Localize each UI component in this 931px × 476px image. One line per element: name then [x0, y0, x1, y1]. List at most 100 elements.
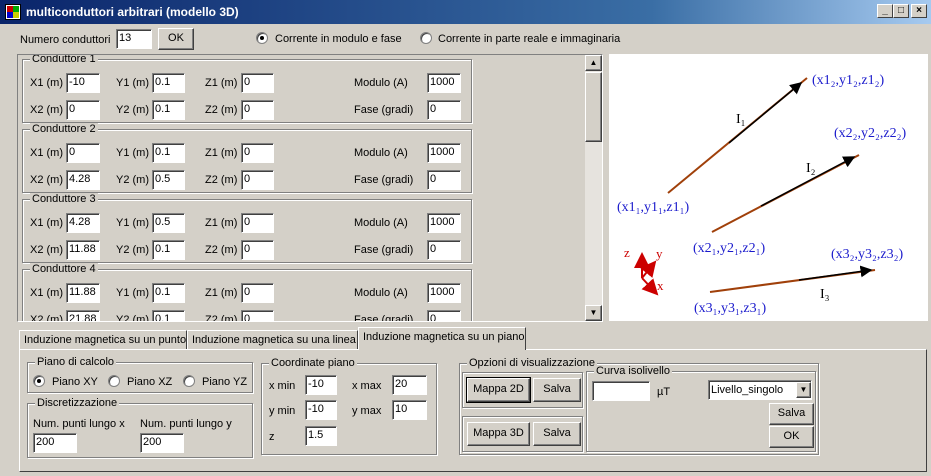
z2-input[interactable]: 0 — [241, 240, 274, 260]
radio-reale-immaginaria[interactable] — [420, 32, 432, 44]
radio-piano-yz[interactable] — [183, 375, 195, 387]
y2-input[interactable]: 0.5 — [152, 170, 185, 190]
radio-piano-yz-label: Piano YZ — [202, 376, 248, 388]
y2-label: Y2 (m) — [116, 174, 149, 186]
isolivello-input[interactable] — [592, 381, 650, 401]
nx-label: Num. punti lungo x — [33, 418, 125, 430]
x2-input[interactable]: 0 — [66, 100, 100, 120]
modulo-input[interactable]: 1000 — [427, 143, 461, 163]
salva-2d-button[interactable]: Salva — [533, 378, 581, 402]
z1-input[interactable]: 0 — [241, 283, 274, 303]
diagram-svg: (x1₂,y1₂,z1₂) (x1₁,y1₁,z1₁) I₁ (x2₂,y2₂,… — [617, 73, 907, 316]
ymin-input[interactable]: -10 — [305, 400, 337, 420]
close-icon[interactable]: × — [911, 4, 927, 18]
x1-label: X1 (m) — [30, 287, 63, 299]
x2-input[interactable]: 21.88 — [66, 310, 100, 321]
z-input[interactable]: 1.5 — [305, 426, 337, 446]
piano-title: Piano di calcolo — [35, 356, 117, 368]
radio-piano-xy-label: Piano XY — [52, 376, 98, 388]
x1-label: X1 (m) — [30, 217, 63, 229]
y2-input[interactable]: 0.1 — [152, 310, 185, 321]
x1-input[interactable]: -10 — [66, 73, 100, 93]
ny-input[interactable]: 200 — [140, 433, 184, 453]
num-conduttori-ok-button[interactable]: OK — [158, 28, 194, 50]
scroll-down-icon[interactable]: ▼ — [585, 305, 602, 321]
minimize-icon[interactable]: _ — [877, 4, 893, 18]
radio-piano-xy[interactable] — [33, 375, 45, 387]
z1-input[interactable]: 0 — [241, 213, 274, 233]
x1-input[interactable]: 4.28 — [66, 213, 100, 233]
c2-current-label: I₂ — [806, 161, 816, 176]
x1-input[interactable]: 0 — [66, 143, 100, 163]
x2-input[interactable]: 4.28 — [66, 170, 100, 190]
ymax-input[interactable]: 10 — [392, 400, 427, 420]
y2-input[interactable]: 0.1 — [152, 100, 185, 120]
y1-input[interactable]: 0.1 — [152, 73, 185, 93]
y2-label: Y2 (m) — [116, 244, 149, 256]
z-label: z — [269, 431, 275, 443]
fase-input[interactable]: 0 — [427, 100, 461, 120]
z2-label: Z2 (m) — [205, 104, 238, 116]
isolivello-select-value: Livello_singolo — [711, 384, 784, 396]
y1-input[interactable]: 0.1 — [152, 143, 185, 163]
isolivello-ok-button[interactable]: OK — [769, 426, 814, 448]
nx-input[interactable]: 200 — [33, 433, 77, 453]
chevron-down-icon[interactable]: ▼ — [796, 382, 811, 398]
app-icon — [5, 4, 21, 20]
y2-label: Y2 (m) — [116, 104, 149, 116]
c3-start-label: (x3₁,y3₁,z3₁) — [694, 301, 767, 316]
c1-current-label: I₁ — [736, 112, 746, 127]
y2-input[interactable]: 0.1 — [152, 240, 185, 260]
window-title: multiconduttori arbitrari (modello 3D) — [26, 5, 239, 19]
tab-piano[interactable]: Induzione magnetica su un piano — [358, 327, 526, 350]
opzioni-title: Opzioni di visualizzazione — [467, 357, 597, 369]
mappa-3d-button[interactable]: Mappa 3D — [467, 422, 530, 446]
mappa-2d-button[interactable]: Mappa 2D — [466, 377, 531, 403]
conductor-scroll-panel[interactable]: Conduttore 1 X1 (m) -10 Y1 (m) 0.1 Z1 (m) 0 Mod… — [17, 54, 603, 322]
z2-input[interactable]: 0 — [241, 310, 274, 321]
y2-label: Y2 (m) — [116, 314, 149, 322]
vertical-scrollbar[interactable]: ▲ ▼ — [585, 55, 602, 321]
axis-z-label: z — [624, 245, 630, 260]
z1-input[interactable]: 0 — [241, 143, 274, 163]
x2-label: X2 (m) — [30, 244, 63, 256]
fase-label: Fase (gradi) — [354, 314, 414, 322]
scroll-up-icon[interactable]: ▲ — [585, 55, 602, 71]
fase-input[interactable]: 0 — [427, 240, 461, 260]
maximize-icon[interactable]: □ — [893, 4, 909, 18]
z2-input[interactable]: 0 — [241, 170, 274, 190]
salva-3d-button[interactable]: Salva — [533, 422, 581, 446]
num-conduttori-input[interactable]: 13 — [116, 29, 152, 49]
isolivello-salva-button[interactable]: Salva — [769, 403, 814, 425]
modulo-input[interactable]: 1000 — [427, 213, 461, 233]
fase-label: Fase (gradi) — [354, 174, 414, 186]
conductor-title: Conduttore 2 — [30, 123, 98, 135]
z2-input[interactable]: 0 — [241, 100, 274, 120]
modulo-input[interactable]: 1000 — [427, 283, 461, 303]
z1-input[interactable]: 0 — [241, 73, 274, 93]
fase-input[interactable]: 0 — [427, 310, 461, 321]
xmax-label: x max — [352, 380, 382, 392]
z1-label: Z1 (m) — [205, 287, 238, 299]
scroll-thumb[interactable] — [585, 72, 602, 142]
xmax-input[interactable]: 20 — [392, 375, 427, 395]
modulo-input[interactable]: 1000 — [427, 73, 461, 93]
c3-current-label: I₃ — [820, 287, 830, 302]
modulo-label: Modulo (A) — [354, 147, 408, 159]
x2-input[interactable]: 11.88 — [66, 240, 100, 260]
isolivello-unit: µT — [657, 386, 671, 398]
radio-modulo-fase[interactable] — [256, 32, 268, 44]
axis-y-label: y — [656, 246, 663, 261]
y1-input[interactable]: 0.1 — [152, 283, 185, 303]
z1-label: Z1 (m) — [205, 77, 238, 89]
y1-input[interactable]: 0.5 — [152, 213, 185, 233]
fase-input[interactable]: 0 — [427, 170, 461, 190]
radio-piano-xz[interactable] — [108, 375, 120, 387]
x2-label: X2 (m) — [30, 174, 63, 186]
tab-punto[interactable]: Induzione magnetica su un punto — [19, 330, 187, 350]
xmin-input[interactable]: -10 — [305, 375, 337, 395]
tab-linea[interactable]: Induzione magnetica su una linea — [187, 330, 358, 350]
title-bar: multiconduttori arbitrari (modello 3D) _… — [0, 0, 931, 24]
x1-input[interactable]: 11.88 — [66, 283, 100, 303]
axis-x-label: x — [657, 278, 664, 293]
